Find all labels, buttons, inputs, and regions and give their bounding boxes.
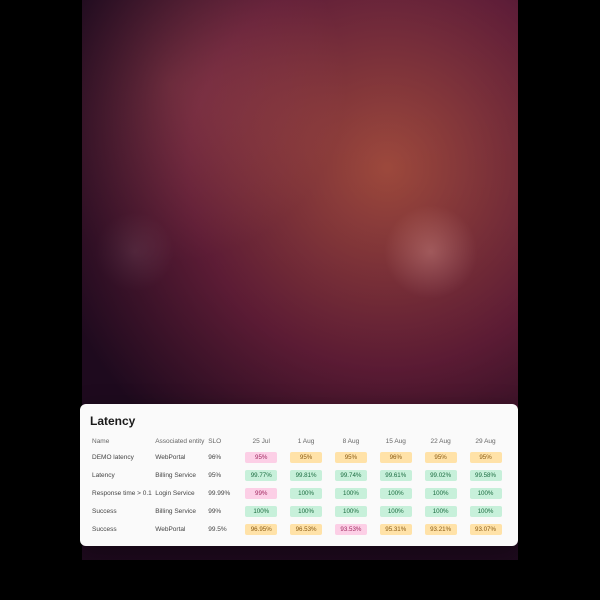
cell-value: 96.95% bbox=[239, 520, 284, 538]
status-chip: 93.07% bbox=[470, 524, 502, 535]
cell-value: 99.58% bbox=[463, 466, 508, 484]
cell-value: 93.21% bbox=[418, 520, 463, 538]
cell-entity: Billing Service bbox=[153, 466, 206, 484]
cell-slo: 95% bbox=[206, 466, 239, 484]
cell-entity: WebPortal bbox=[153, 448, 206, 466]
cell-value: 100% bbox=[418, 502, 463, 520]
table-row[interactable]: Response time > 0.1 secLogin Service99.9… bbox=[90, 484, 508, 502]
status-chip: 99.77% bbox=[245, 470, 277, 481]
cell-value: 100% bbox=[329, 502, 374, 520]
status-chip: 100% bbox=[290, 506, 322, 517]
col-header[interactable]: 15 Aug bbox=[373, 434, 418, 448]
cell-name: DEMO latency bbox=[90, 448, 153, 466]
status-chip: 95% bbox=[245, 452, 277, 463]
status-chip: 100% bbox=[335, 488, 367, 499]
cell-value: 95% bbox=[329, 448, 374, 466]
col-header[interactable]: 29 Aug bbox=[463, 434, 508, 448]
cell-value: 96% bbox=[373, 448, 418, 466]
cell-name: Latency bbox=[90, 466, 153, 484]
cell-value: 95% bbox=[463, 448, 508, 466]
status-chip: 100% bbox=[380, 488, 412, 499]
cell-value: 100% bbox=[284, 484, 329, 502]
status-chip: 93.21% bbox=[425, 524, 457, 535]
panel-title: Latency bbox=[90, 414, 508, 428]
cell-entity: Billing Service bbox=[153, 502, 206, 520]
status-chip: 100% bbox=[470, 488, 502, 499]
cell-value: 100% bbox=[284, 502, 329, 520]
cell-value: 95% bbox=[418, 448, 463, 466]
cell-value: 100% bbox=[239, 502, 284, 520]
cell-name: Response time > 0.1 sec bbox=[90, 484, 153, 502]
latency-table: NameAssociated entitySLO25 Jul1 Aug8 Aug… bbox=[90, 434, 508, 538]
table-row[interactable]: SuccessBilling Service99% 100% 100% 100% 100… bbox=[90, 502, 508, 520]
cell-value: 99.74% bbox=[329, 466, 374, 484]
cell-value: 99.77% bbox=[239, 466, 284, 484]
cell-value: 99% bbox=[239, 484, 284, 502]
status-chip: 99.74% bbox=[335, 470, 367, 481]
cell-value: 95% bbox=[239, 448, 284, 466]
cell-value: 100% bbox=[418, 484, 463, 502]
col-header[interactable]: 1 Aug bbox=[284, 434, 329, 448]
cell-entity: Login Service bbox=[153, 484, 206, 502]
cell-entity: WebPortal bbox=[153, 520, 206, 538]
status-chip: 100% bbox=[335, 506, 367, 517]
cell-value: 95% bbox=[284, 448, 329, 466]
status-chip: 93.53% bbox=[335, 524, 367, 535]
latency-panel: Latency NameAssociated entitySLO25 Jul1 … bbox=[80, 404, 518, 546]
cell-value: 100% bbox=[373, 502, 418, 520]
status-chip: 99.02% bbox=[425, 470, 457, 481]
cell-value: 100% bbox=[373, 484, 418, 502]
cell-value: 99.02% bbox=[418, 466, 463, 484]
table-row[interactable]: SuccessWebPortal99.5% 96.95% 96.53% 93.53% 9… bbox=[90, 520, 508, 538]
cell-name: Success bbox=[90, 502, 153, 520]
status-chip: 96% bbox=[380, 452, 412, 463]
cell-slo: 96% bbox=[206, 448, 239, 466]
cell-slo: 99.5% bbox=[206, 520, 239, 538]
status-chip: 95% bbox=[470, 452, 502, 463]
cell-value: 100% bbox=[463, 502, 508, 520]
status-chip: 95% bbox=[290, 452, 322, 463]
table-header-row: NameAssociated entitySLO25 Jul1 Aug8 Aug… bbox=[90, 434, 508, 448]
col-header[interactable]: Name bbox=[90, 434, 153, 448]
table-row[interactable]: DEMO latencyWebPortal96%95%95%95%96%95%9… bbox=[90, 448, 508, 466]
status-chip: 99.58% bbox=[470, 470, 502, 481]
col-header[interactable]: 25 Jul bbox=[239, 434, 284, 448]
status-chip: 100% bbox=[290, 488, 322, 499]
col-header[interactable]: SLO bbox=[206, 434, 239, 448]
cell-value: 100% bbox=[329, 484, 374, 502]
status-chip: 99.81% bbox=[290, 470, 322, 481]
cell-slo: 99.99% bbox=[206, 484, 239, 502]
cell-value: 93.07% bbox=[463, 520, 508, 538]
status-chip: 100% bbox=[245, 506, 277, 517]
status-chip: 99% bbox=[245, 488, 277, 499]
status-chip: 100% bbox=[425, 488, 457, 499]
status-chip: 100% bbox=[470, 506, 502, 517]
table-row[interactable]: LatencyBilling Service95% 99.77% 99.81% 99.… bbox=[90, 466, 508, 484]
cell-value: 95.31% bbox=[373, 520, 418, 538]
status-chip: 99.61% bbox=[380, 470, 412, 481]
cell-value: 100% bbox=[463, 484, 508, 502]
status-chip: 100% bbox=[380, 506, 412, 517]
cell-value: 99.81% bbox=[284, 466, 329, 484]
cell-value: 93.53% bbox=[329, 520, 374, 538]
status-chip: 95.31% bbox=[380, 524, 412, 535]
status-chip: 95% bbox=[425, 452, 457, 463]
status-chip: 96.95% bbox=[245, 524, 277, 535]
status-chip: 96.53% bbox=[290, 524, 322, 535]
cell-value: 96.53% bbox=[284, 520, 329, 538]
status-chip: 100% bbox=[425, 506, 457, 517]
cell-value: 99.61% bbox=[373, 466, 418, 484]
col-header[interactable]: Associated entity bbox=[153, 434, 206, 448]
cell-slo: 99% bbox=[206, 502, 239, 520]
cell-name: Success bbox=[90, 520, 153, 538]
col-header[interactable]: 8 Aug bbox=[329, 434, 374, 448]
col-header[interactable]: 22 Aug bbox=[418, 434, 463, 448]
status-chip: 95% bbox=[335, 452, 367, 463]
